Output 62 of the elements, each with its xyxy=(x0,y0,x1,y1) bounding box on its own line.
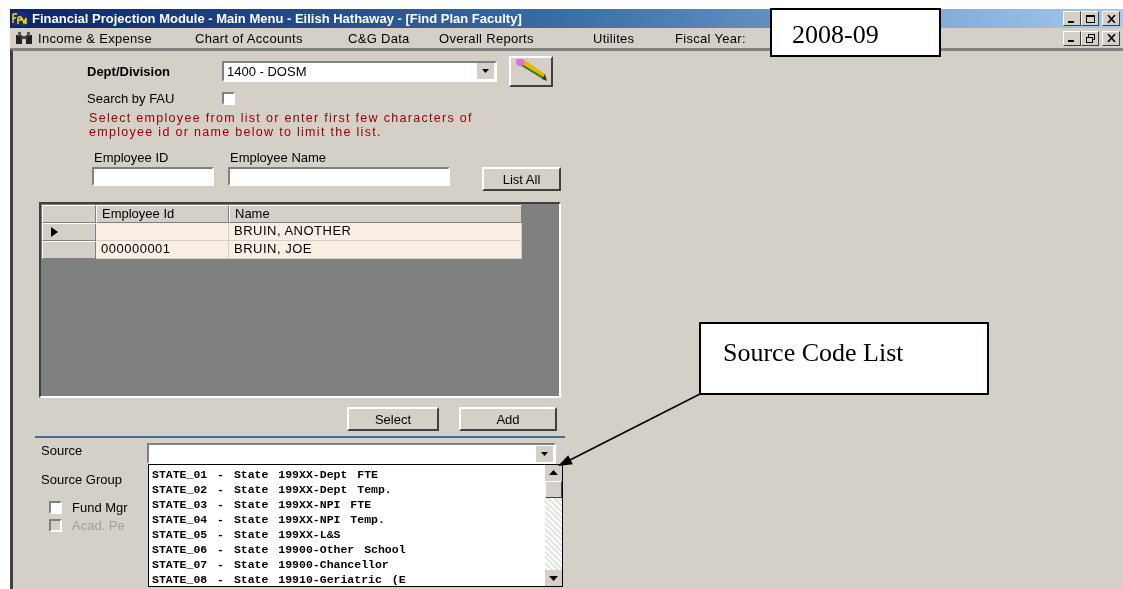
pencil-button[interactable] xyxy=(509,55,553,87)
list-item[interactable]: STATE_03 - State 199XX-NPI FTE xyxy=(152,497,545,512)
table-cell[interactable] xyxy=(96,223,229,241)
row-selector[interactable] xyxy=(42,223,96,241)
minimize-button[interactable] xyxy=(1063,11,1081,26)
close-button[interactable] xyxy=(1102,11,1120,26)
menu-item[interactable]: Income & Expense xyxy=(38,30,195,46)
minimize-icon xyxy=(1068,20,1074,23)
row-header xyxy=(42,205,96,223)
instruction-text: Select employee from list or enter first few characters of employee id or name below to limit the list. xyxy=(89,111,474,139)
close-button[interactable] xyxy=(1102,30,1120,46)
scroll-down-icon[interactable] xyxy=(545,570,562,586)
list-all-button[interactable]: List All xyxy=(482,167,561,191)
add-button[interactable]: Add xyxy=(459,407,557,431)
dept-division-label: Dept/Division xyxy=(87,63,172,79)
menu-item[interactable]: Overall Reports xyxy=(439,30,593,46)
list-item[interactable]: STATE_08 - State 19910-Geriatric (E xyxy=(152,572,545,586)
dept-division-dropdown[interactable]: 1400 - DOSM xyxy=(222,60,497,82)
callout-box: Source Code List xyxy=(699,322,989,395)
menu-item[interactable]: C&G Data xyxy=(348,30,439,46)
select-button[interactable]: Select xyxy=(347,407,439,431)
scrollbar[interactable] xyxy=(545,465,562,586)
minimize-button[interactable] xyxy=(1063,30,1081,46)
source-label: Source xyxy=(41,443,84,458)
table-cell[interactable]: BRUIN, JOE xyxy=(229,241,522,259)
checkbox[interactable] xyxy=(49,500,62,514)
source-group-label: Source Group xyxy=(41,472,123,488)
list-item[interactable]: STATE_01 - State 199XX-Dept FTE xyxy=(152,467,545,482)
employee-name-field[interactable] xyxy=(228,167,450,186)
close-icon xyxy=(1106,14,1116,23)
source-dropdown[interactable] xyxy=(147,443,556,464)
restore-button[interactable] xyxy=(1081,30,1099,46)
restore-icon xyxy=(1085,33,1095,43)
list-item[interactable]: STATE_02 - State 199XX-Dept Temp. xyxy=(152,482,545,497)
menu-item[interactable]: Fiscal Year: xyxy=(675,30,746,46)
column-header[interactable]: Employee Id xyxy=(96,205,229,223)
close-icon xyxy=(1106,34,1116,42)
column-header[interactable]: Name xyxy=(229,205,522,223)
table-cell[interactable]: 000000001 xyxy=(96,241,229,259)
table-cell[interactable]: BRUIN, ANOTHER xyxy=(229,223,522,241)
menu-item[interactable]: Chart of Accounts xyxy=(195,30,348,46)
employee-id-field[interactable] xyxy=(92,167,214,186)
maximize-icon xyxy=(1085,14,1095,23)
list-item[interactable]: STATE_04 - State 199XX-NPI Temp. xyxy=(152,512,545,527)
search-by-fau-label: Search by FAU xyxy=(87,90,176,106)
checkbox-label: Fund Mgr xyxy=(72,499,128,515)
employee-name-label: Employee Name xyxy=(230,149,327,165)
maximize-button[interactable] xyxy=(1081,11,1099,26)
callout-box: 2008-09 xyxy=(770,8,941,57)
window-title: Financial Projection Module - Main Menu - Eilish Hathaway - [Find Plan Faculty] xyxy=(32,11,522,26)
app-logo-icon xyxy=(12,11,28,26)
list-item[interactable]: STATE_06 - State 19900-Other School xyxy=(152,542,545,557)
scroll-up-icon[interactable] xyxy=(545,465,562,481)
search-by-fau-checkbox[interactable] xyxy=(222,91,235,105)
employee-id-label: Employee ID xyxy=(94,149,170,165)
minimize-icon xyxy=(1068,40,1074,42)
list-item[interactable]: STATE_05 - State 199XX-L&S xyxy=(152,527,545,542)
row-pointer-icon xyxy=(51,227,58,237)
binoculars-icon[interactable] xyxy=(15,31,33,45)
menu-item[interactable]: Utilites xyxy=(593,30,675,46)
scroll-thumb[interactable] xyxy=(545,481,562,498)
list-item[interactable]: STATE_07 - State 19900-Chancellor xyxy=(152,557,545,572)
